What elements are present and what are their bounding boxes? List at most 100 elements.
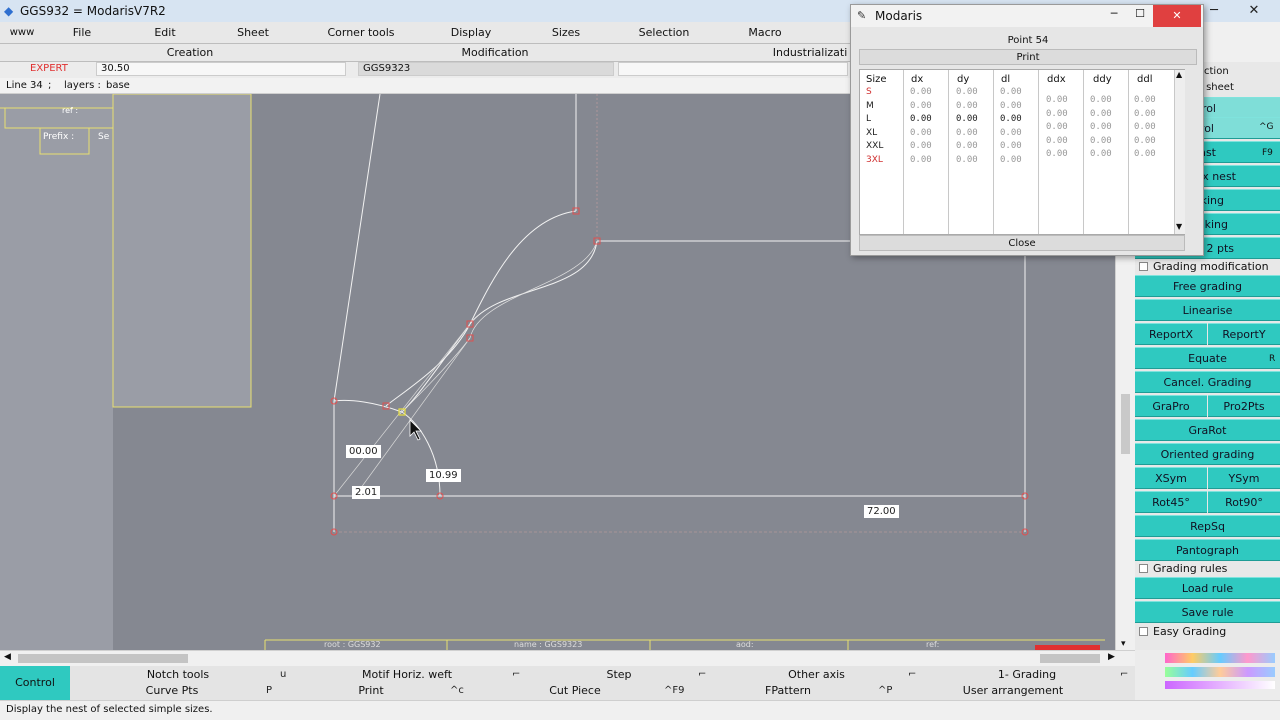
menu-bar: www File Edit Sheet Corner tools Display… (0, 22, 850, 44)
table-cell: 0.00 (956, 141, 978, 151)
partial-item[interactable]: t sheet (1199, 80, 1280, 96)
dimension-label[interactable]: 10.99 (426, 469, 461, 482)
swatch-row[interactable] (1165, 653, 1275, 663)
menu-sheet[interactable]: Sheet (210, 22, 296, 44)
table-cell: 0.00 (910, 87, 932, 97)
scroll-right-icon[interactable]: ▶ (1108, 652, 1115, 662)
dimension-label[interactable]: 00.00 (346, 445, 381, 458)
free-grading-button[interactable]: Free grading (1135, 275, 1280, 297)
user-arrangement-button[interactable]: User arrangement (900, 683, 1126, 699)
shortcut-key: ⌐ (908, 669, 917, 680)
load-rule-button[interactable]: Load rule (1135, 577, 1280, 599)
pantograph-button[interactable]: Pantograph (1135, 539, 1280, 561)
dialog-minimize-button[interactable]: ─ (1101, 7, 1127, 25)
shortcut-key: ^F9 (664, 685, 685, 696)
reporty-button[interactable]: ReportY (1208, 323, 1280, 345)
submenu-creation[interactable]: Creation (80, 44, 300, 62)
dialog-print-button[interactable]: Print (859, 49, 1197, 65)
menu-edit[interactable]: Edit (120, 22, 210, 44)
swatch-row[interactable] (1165, 667, 1275, 677)
xsym-button[interactable]: XSym (1135, 467, 1207, 489)
close-window-button[interactable]: ✕ (1240, 2, 1268, 20)
save-rule-button[interactable]: Save rule (1135, 601, 1280, 623)
extra-field[interactable] (618, 62, 848, 76)
partial-item[interactable]: ction (1204, 64, 1280, 80)
repsq-button[interactable]: RepSq (1135, 515, 1280, 537)
grading-table: Size dx dy dl ddx ddy ddl S M L XL XXL 3XL 0.… (859, 69, 1185, 235)
dimension-label[interactable]: 2.01 (352, 486, 381, 499)
fpattern-button[interactable]: FPattern (690, 683, 886, 699)
piece-field[interactable]: GGS9323 (358, 62, 614, 76)
value-field[interactable]: 30.50 (96, 62, 346, 76)
table-scrollbar[interactable]: ▲ ▼ (1175, 70, 1185, 234)
menu-display[interactable]: Display (426, 22, 516, 44)
table-cell: 0.00 (1046, 135, 1068, 146)
chevron-down-icon[interactable]: ▾ (1121, 639, 1126, 649)
size-label[interactable]: M (866, 101, 874, 111)
table-cell: 0.00 (1046, 149, 1068, 159)
submenu-modification[interactable]: Modification (380, 44, 610, 62)
submenu-bar: Creation Modification Industrializati (0, 44, 850, 62)
size-label[interactable]: XL (866, 128, 877, 138)
menu-selection[interactable]: Selection (616, 22, 712, 44)
app-icon: ◆ (4, 4, 14, 18)
shortcut-key: u (280, 669, 287, 680)
oriented-grading-button[interactable]: Oriented grading (1135, 443, 1280, 465)
motif-horiz-weft-button[interactable]: Motif Horiz. weft (290, 667, 524, 683)
grading-button[interactable]: 1- Grading (919, 667, 1135, 683)
menu-file[interactable]: File (44, 22, 120, 44)
chevron-up-icon[interactable]: ▲ (1176, 70, 1182, 79)
size-label[interactable]: L (866, 114, 871, 124)
menu-corner-tools[interactable]: Corner tools (296, 22, 426, 44)
dimension-label[interactable]: 72.00 (864, 505, 899, 518)
reportx-button[interactable]: ReportX (1135, 323, 1207, 345)
equate-button[interactable]: Equate (1135, 347, 1280, 369)
menu-sizes[interactable]: Sizes (516, 22, 616, 44)
aod-label: aod: (736, 640, 754, 649)
cut-piece-button[interactable]: Cut Piece (470, 683, 680, 699)
dialog-maximize-button[interactable]: ☐ (1127, 7, 1153, 25)
ysym-button[interactable]: YSym (1208, 467, 1280, 489)
table-header: Size (866, 74, 887, 85)
menu-macro[interactable]: Macro (712, 22, 818, 44)
other-axis-button[interactable]: Other axis (714, 667, 919, 683)
size-label[interactable]: S (866, 87, 872, 97)
scroll-thumb[interactable] (18, 654, 188, 663)
pro2pts-button[interactable]: Pro2Pts (1208, 395, 1280, 417)
cancel-grading-button[interactable]: Cancel. Grading (1135, 371, 1280, 393)
size-label[interactable]: 3XL (866, 155, 883, 165)
scroll-thumb-right[interactable] (1040, 654, 1100, 663)
horizontal-scrollbar[interactable]: ◀ ▶ (0, 650, 1135, 666)
grarot-button[interactable]: GraRot (1135, 419, 1280, 441)
curve-pts-button[interactable]: Curve Pts (70, 683, 274, 699)
chevron-down-icon[interactable]: ▼ (1176, 222, 1182, 231)
table-cell: 0.00 (1000, 127, 1022, 138)
section-grading-rules: Grading rules (1139, 561, 1280, 577)
dialog-close-text-button[interactable]: Close (859, 235, 1185, 251)
dialog-title-bar[interactable]: ✎ Modaris ─ ☐ ✕ (851, 5, 1203, 27)
control-button[interactable]: Control (0, 666, 70, 700)
shortcut-key: ^G (1259, 122, 1274, 132)
rot45-button[interactable]: Rot45° (1135, 491, 1207, 513)
scroll-thumb[interactable] (1121, 394, 1130, 454)
submenu-industrialization[interactable]: Industrializati (770, 44, 850, 62)
size-swatch-panel[interactable] (1135, 650, 1280, 700)
linearise-button[interactable]: Linearise (1135, 299, 1280, 321)
shortcut-key: R (1269, 354, 1276, 364)
dialog-close-button[interactable]: ✕ (1153, 5, 1201, 27)
name-label: name : GGS9323 (514, 640, 583, 649)
grapro-button[interactable]: GraPro (1135, 395, 1207, 417)
size-label[interactable]: XXL (866, 141, 883, 151)
step-button[interactable]: Step (524, 667, 714, 683)
notch-tools-button[interactable]: Notch tools (70, 667, 286, 683)
shortcut-key: ^c (450, 685, 464, 696)
print-button[interactable]: Print (276, 683, 466, 699)
scroll-left-icon[interactable]: ◀ (4, 652, 11, 662)
line-number: Line 34 (6, 80, 43, 91)
swatch-row[interactable] (1165, 681, 1275, 689)
rot90-button[interactable]: Rot90° (1208, 491, 1280, 513)
dialog-title: Modaris (875, 9, 923, 23)
menu-www[interactable]: www (0, 22, 44, 44)
status-separator: ; (48, 80, 52, 91)
minimize-button[interactable]: ─ (1200, 2, 1228, 20)
